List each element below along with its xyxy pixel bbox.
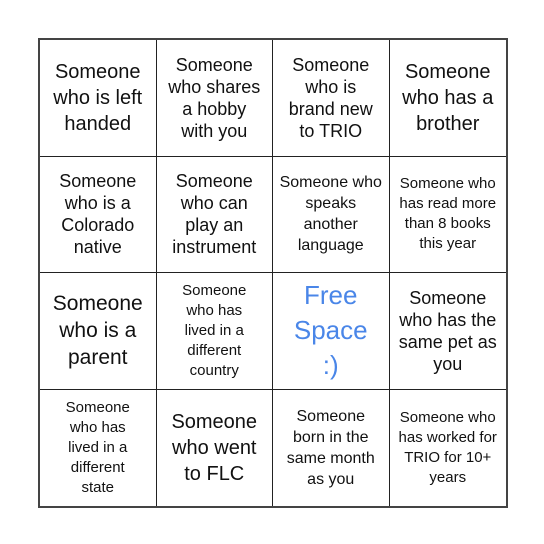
cell-text: Someone who is a parent bbox=[52, 292, 143, 370]
cell-text: Someone who shares a hobby with you bbox=[168, 54, 261, 141]
free-space-cell[interactable]: Free Space :) bbox=[273, 273, 390, 390]
cell-text: Someone who went to FLC bbox=[171, 410, 258, 485]
cell-text: Someone who can play an instrument bbox=[172, 171, 257, 258]
bingo-cell[interactable]: Someone who has lived in a different cou… bbox=[156, 273, 273, 390]
bingo-cell[interactable]: Someone who is brand new to TRIO bbox=[273, 40, 390, 157]
cell-text: Someone who is a Colorado native bbox=[59, 171, 137, 258]
bingo-cell[interactable]: Someone who shares a hobby with you bbox=[156, 40, 273, 157]
cell-text: Someone who speaks another language bbox=[279, 174, 382, 255]
bingo-card: Someone who is left handed Someone who s… bbox=[38, 38, 508, 508]
free-space-text: Free Space :) bbox=[293, 280, 368, 381]
bingo-cell[interactable]: Someone who speaks another language bbox=[273, 156, 390, 273]
cell-text: Someone who has read more than 8 books t… bbox=[399, 175, 497, 253]
bingo-cell[interactable]: Someone who is a parent bbox=[40, 273, 157, 390]
bingo-cell[interactable]: Someone who is a Colorado native bbox=[40, 156, 157, 273]
bingo-cell[interactable]: Someone who can play an instrument bbox=[156, 156, 273, 273]
cell-text: Someone who has worked for TRIO for 10+ … bbox=[398, 408, 497, 486]
bingo-cell[interactable]: Someone who has read more than 8 books t… bbox=[389, 157, 506, 273]
bingo-cell[interactable]: Someone born in the same month as you bbox=[273, 389, 390, 506]
cell-text: Someone who has the same pet as you bbox=[398, 287, 497, 374]
bingo-cell[interactable]: Someone who has lived in a different sta… bbox=[40, 389, 157, 506]
cell-text: Someone who has a brother bbox=[402, 60, 494, 135]
bingo-cell[interactable]: Someone who has a brother bbox=[389, 40, 506, 157]
cell-text: Someone who has lived in a different sta… bbox=[65, 398, 130, 496]
bingo-cell[interactable]: Someone who has the same pet as you bbox=[389, 273, 506, 390]
bingo-cell[interactable]: Someone who went to FLC bbox=[157, 389, 273, 506]
bingo-cell[interactable]: Someone who has worked for TRIO for 10+ … bbox=[390, 390, 507, 507]
cell-text: Someone who is brand new to TRIO bbox=[288, 54, 373, 141]
cell-text: Someone who is left handed bbox=[53, 60, 143, 135]
cell-text: Someone who has lived in a different cou… bbox=[182, 281, 247, 379]
cell-text: Someone born in the same month as you bbox=[286, 407, 375, 488]
bingo-cell[interactable]: Someone who is left handed bbox=[40, 40, 157, 157]
